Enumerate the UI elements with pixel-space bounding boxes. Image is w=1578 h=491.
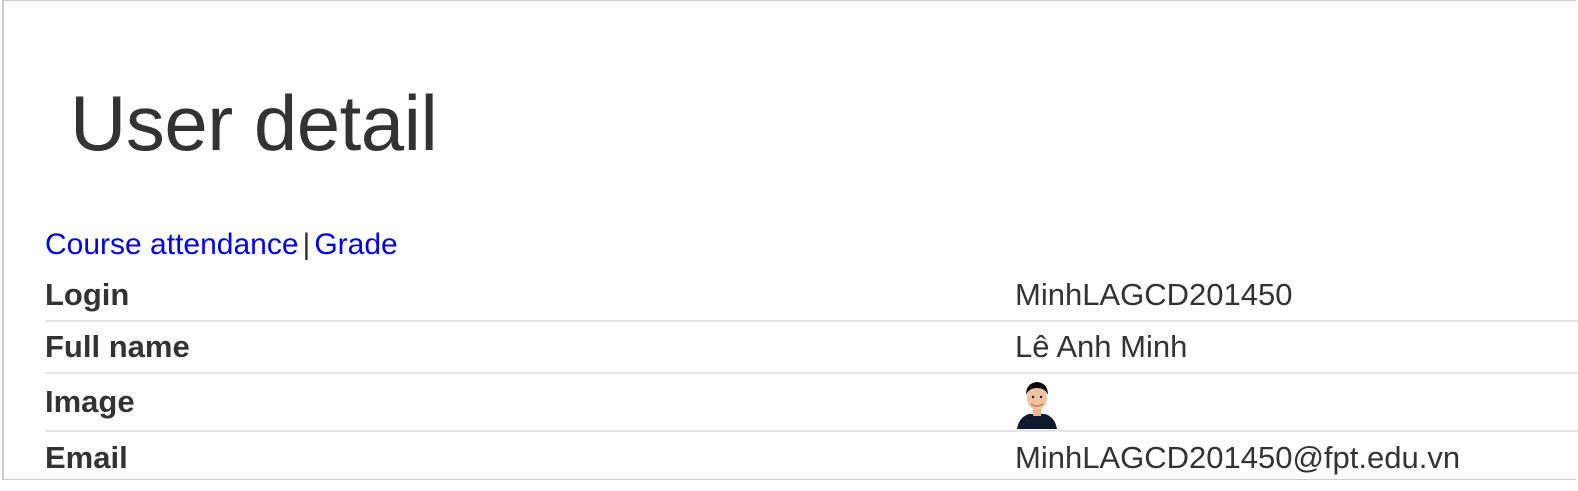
- avatar: [1015, 377, 1059, 429]
- user-detail-table: Login MinhLAGCD201450 Full name Lê Anh M…: [45, 270, 1578, 484]
- fullname-value: Lê Anh Minh: [1015, 329, 1188, 364]
- image-label: Image: [45, 384, 135, 419]
- course-attendance-link[interactable]: Course attendance: [45, 228, 299, 261]
- login-label: Login: [45, 277, 130, 312]
- table-row-image: Image: [45, 373, 1578, 431]
- page-title: User detail: [70, 79, 438, 167]
- email-label: Email: [45, 440, 128, 475]
- login-value: MinhLAGCD201450: [1015, 277, 1293, 312]
- nav-separator: |: [302, 228, 311, 261]
- fullname-label: Full name: [45, 329, 190, 364]
- table-row-login: Login MinhLAGCD201450: [45, 270, 1578, 321]
- table-row-fullname: Full name Lê Anh Minh: [45, 321, 1578, 373]
- table-row-email: Email MinhLAGCD201450@fpt.edu.vn: [45, 431, 1578, 484]
- user-nav-links: Course attendance | Grade: [45, 226, 398, 264]
- image-cell: [1015, 373, 1578, 431]
- grade-link[interactable]: Grade: [314, 228, 397, 261]
- email-value: MinhLAGCD201450@fpt.edu.vn: [1015, 440, 1461, 475]
